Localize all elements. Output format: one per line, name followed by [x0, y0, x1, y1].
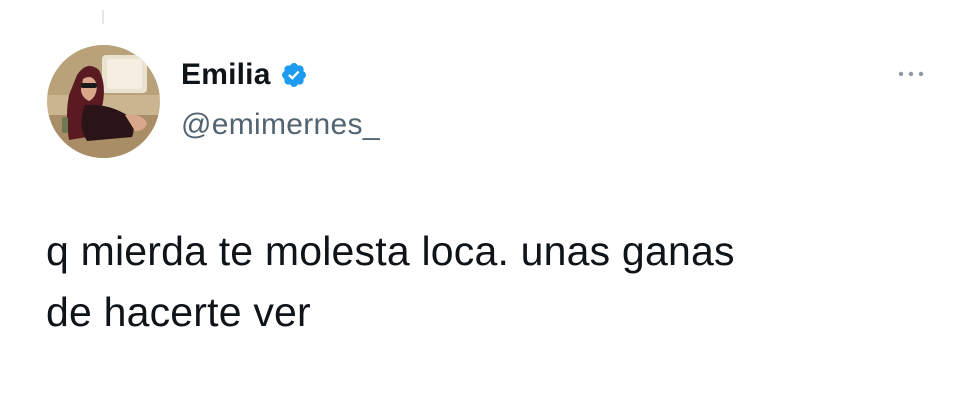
- ellipsis-icon: [898, 71, 924, 77]
- author-display-name[interactable]: Emilia: [181, 58, 271, 92]
- avatar[interactable]: [47, 45, 160, 158]
- top-divider-mark: [102, 10, 104, 24]
- author-handle[interactable]: @emimernes_: [181, 108, 380, 142]
- tweet-text: q mierda te molesta loca. unas ganas de …: [46, 228, 735, 335]
- author-name-row: Emilia: [181, 56, 308, 94]
- more-options-button[interactable]: [889, 62, 933, 86]
- profile-photo-icon: [47, 45, 160, 158]
- verified-badge-icon: [281, 63, 306, 87]
